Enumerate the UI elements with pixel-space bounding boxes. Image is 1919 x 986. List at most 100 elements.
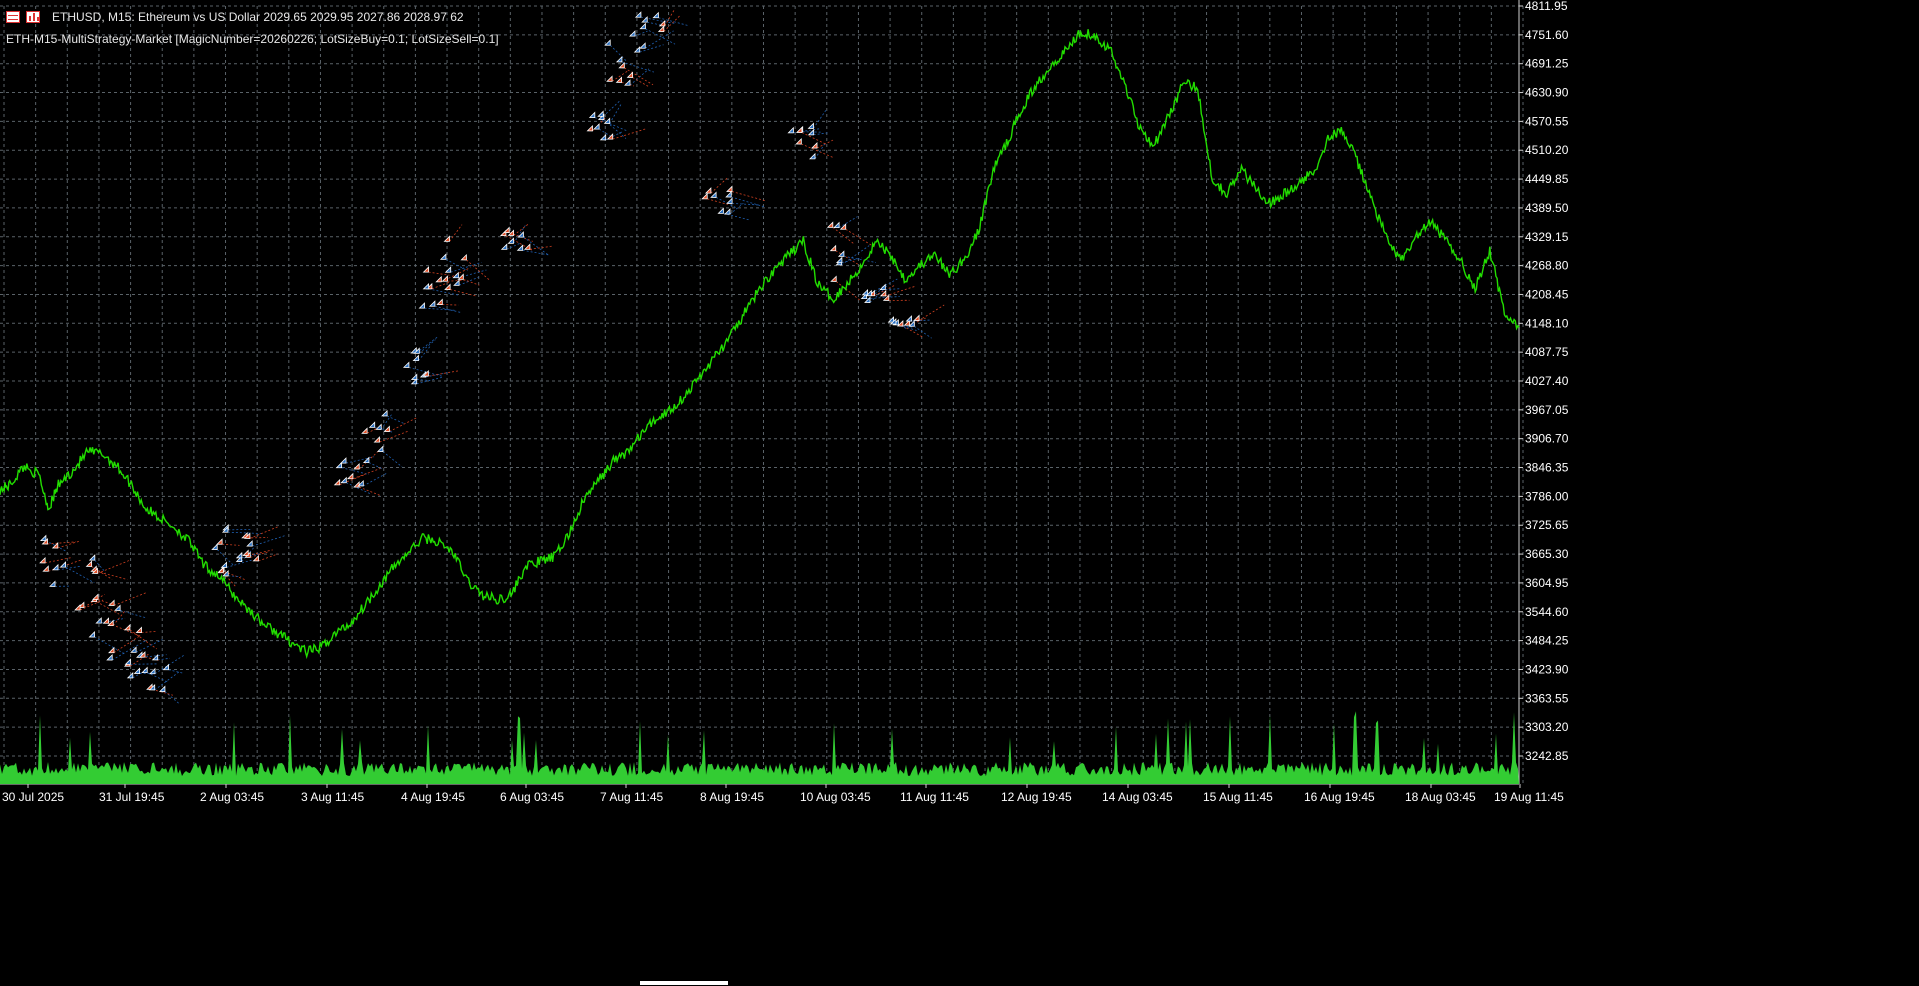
sell-marker (457, 273, 464, 280)
sell-marker (811, 142, 818, 149)
buy-marker (39, 534, 47, 542)
sell-marker (74, 604, 81, 611)
trade-link (382, 451, 403, 468)
buy-marker (717, 207, 724, 214)
buy-marker (444, 266, 452, 273)
price-line-group (0, 29, 1520, 660)
chart-area[interactable]: 4811.95 4751.60 4691.25 4630.90 4570.55 4510.… (0, 0, 1919, 986)
buy-marker (211, 543, 218, 550)
sell-marker (444, 283, 451, 290)
grid-lines (0, 0, 1524, 785)
y-tick-label: 3242.85 (1525, 749, 1569, 763)
sell-marker (353, 481, 360, 488)
chart-canvas[interactable]: 4811.95 4751.60 4691.25 4630.90 4570.55 4510.… (0, 0, 1919, 986)
y-tick-label: 4751.60 (1525, 28, 1569, 42)
sell-marker (441, 275, 448, 282)
trade-link (841, 245, 870, 266)
trade-link (813, 110, 827, 129)
buy-marker (710, 191, 717, 198)
sell-marker (726, 185, 733, 192)
trade-link (522, 249, 550, 256)
sell-marker (85, 560, 93, 567)
y-tick-label: 4449.85 (1525, 172, 1569, 186)
buy-marker (246, 540, 253, 547)
sell-marker (422, 266, 430, 273)
time-axis: 30 Jul 2025 31 Jul 19:45 2 Aug 03:45 3 Aug … (2, 784, 1564, 804)
sell-marker (503, 226, 510, 233)
expert-advisor-label[interactable]: ETH-M15-MultiStrategy-Market [MagicNumbe… (6, 32, 499, 46)
trade-link (866, 296, 900, 300)
chart-scroll-indicator[interactable] (640, 981, 728, 985)
buy-marker (807, 122, 814, 129)
sell-marker (217, 566, 224, 574)
sell-marker (108, 599, 115, 606)
sell-marker (615, 76, 623, 83)
trade-link (96, 570, 128, 580)
sell-marker (826, 221, 834, 228)
y-tick-label: 3423.90 (1525, 662, 1569, 676)
y-tick-label: 4268.80 (1525, 259, 1569, 273)
trade-link (113, 634, 142, 653)
y-tick-label: 3604.95 (1525, 576, 1569, 590)
buy-marker (141, 666, 148, 674)
buy-marker (133, 667, 141, 674)
trade-link (419, 339, 436, 354)
x-tick-label: 18 Aug 03:45 (1405, 790, 1476, 804)
price-axis: 4811.95 4751.60 4691.25 4630.90 4570.55 4510.… (1519, 0, 1569, 763)
buy-marker (599, 133, 607, 141)
buy-marker (410, 373, 418, 380)
table-icon[interactable] (6, 11, 20, 23)
buy-marker (452, 271, 459, 279)
sell-marker (39, 556, 46, 564)
sell-marker (102, 617, 110, 624)
buy-marker (88, 554, 96, 561)
x-tick-label: 19 Aug 11:45 (1494, 790, 1564, 804)
sell-marker (795, 138, 802, 145)
buy-marker (809, 152, 816, 160)
trade-link (389, 417, 417, 432)
buy-marker (835, 256, 843, 264)
trade-link (345, 456, 375, 464)
buy-marker (639, 22, 646, 30)
y-tick-label: 4630.90 (1525, 86, 1569, 100)
y-tick-label: 3665.30 (1525, 547, 1569, 561)
trade-link (602, 99, 622, 117)
x-tick-label: 31 Jul 19:45 (99, 790, 165, 804)
trade-link (386, 415, 405, 424)
trade-link (368, 462, 384, 470)
sell-marker (523, 243, 531, 250)
trade-link (96, 601, 120, 615)
trade-link (248, 549, 273, 556)
trade-link (609, 103, 622, 124)
y-tick-label: 4811.95 (1525, 0, 1568, 13)
trade-link (363, 472, 387, 487)
buy-marker (375, 423, 382, 430)
buy-marker (652, 11, 659, 19)
bar-chart-icon[interactable] (26, 11, 40, 23)
trade-link (65, 566, 95, 584)
trade-link (663, 15, 681, 32)
buy-marker (59, 561, 67, 568)
y-tick-label: 3544.60 (1525, 605, 1569, 619)
y-tick-label: 4691.25 (1525, 57, 1569, 71)
x-tick-label: 12 Aug 19:45 (1001, 790, 1072, 804)
trade-link (380, 413, 393, 430)
trade-link (359, 486, 381, 496)
buy-marker (593, 123, 600, 130)
trade-link (434, 305, 461, 313)
price-line (0, 29, 1520, 660)
sell-marker (92, 593, 99, 600)
buy-marker (604, 39, 611, 46)
sell-marker (216, 538, 223, 545)
y-tick-label: 3363.55 (1525, 691, 1569, 705)
trade-link (885, 288, 900, 291)
trade-link (135, 639, 163, 653)
y-tick-label: 3484.25 (1525, 634, 1569, 648)
buy-marker (724, 208, 731, 215)
sell-marker (830, 275, 837, 282)
trade-link (447, 279, 467, 282)
sell-marker (829, 244, 837, 252)
buy-marker (88, 631, 95, 638)
sell-marker (460, 253, 467, 261)
sell-marker (586, 124, 593, 132)
